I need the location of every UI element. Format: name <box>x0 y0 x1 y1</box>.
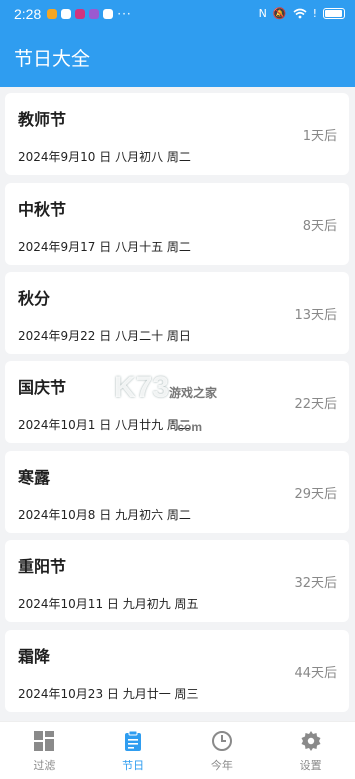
tab-label: 节日 <box>122 759 145 772</box>
arrow-notification-icon <box>61 8 72 19</box>
festival-name: 教师节 <box>18 110 67 129</box>
more-notifications-icon: ··· <box>117 6 132 21</box>
wifi-icon <box>293 8 307 19</box>
festival-date: 2024年10月23 日 九月廿一 周三 <box>18 687 199 701</box>
bottom-tab-bar: 过滤 节日 今年 设置 <box>0 721 355 779</box>
tab-festivals[interactable]: 节日 <box>89 722 178 779</box>
nfc-icon: N <box>258 7 267 20</box>
grid-icon <box>34 731 55 751</box>
app-notification-icon <box>75 8 86 19</box>
festival-date: 2024年10月11 日 九月初九 周五 <box>18 597 199 611</box>
festival-card[interactable]: 重阳节 2024年10月11 日 九月初九 周五 32天后 <box>5 540 349 622</box>
festival-countdown: 22天后 <box>294 397 337 412</box>
festival-date: 2024年9月10 日 八月初八 周二 <box>18 150 191 164</box>
alert-icon: ! <box>312 7 317 20</box>
gear-icon <box>301 731 321 751</box>
festival-card[interactable]: 寒露 2024年10月8 日 九月初六 周二 29天后 <box>5 451 349 533</box>
clock-icon <box>211 731 232 751</box>
app-header: 2:28 ··· N 🔕 ! 节日大全 <box>0 0 355 87</box>
clipboard-icon <box>125 730 142 751</box>
festival-countdown: 1天后 <box>302 129 337 144</box>
notification-icons <box>47 8 114 19</box>
festival-card[interactable]: 教师节 2024年9月10 日 八月初八 周二 1天后 <box>5 93 349 175</box>
festival-card[interactable]: 国庆节 2024年10月1 日 八月廿九 周二 22天后 <box>5 361 349 443</box>
festival-countdown: 32天后 <box>294 576 337 591</box>
festival-name: 重阳节 <box>18 557 67 576</box>
message-notification-icon <box>103 8 114 19</box>
festival-countdown: 29天后 <box>294 487 337 502</box>
battery-icon <box>323 8 345 19</box>
system-status-icons: N 🔕 ! <box>259 7 345 20</box>
status-bar: 2:28 ··· N 🔕 ! <box>0 0 355 27</box>
tab-settings[interactable]: 设置 <box>266 722 355 779</box>
tab-filter[interactable]: 过滤 <box>0 722 89 779</box>
page-title: 节日大全 <box>14 48 91 70</box>
mute-icon: 🔕 <box>272 7 287 20</box>
tab-label: 今年 <box>210 759 233 772</box>
festival-card[interactable]: 中秋节 2024年9月17 日 八月十五 周二 8天后 <box>5 183 349 265</box>
festival-card[interactable]: 秋分 2024年9月22 日 八月二十 周日 13天后 <box>5 272 349 354</box>
festival-name: 中秋节 <box>18 200 67 219</box>
festival-countdown: 13天后 <box>294 308 337 323</box>
status-time: 2:28 <box>14 5 42 22</box>
festival-countdown: 8天后 <box>302 219 337 234</box>
festival-date: 2024年10月1 日 八月廿九 周二 <box>18 418 191 432</box>
browser-notification-icon <box>89 8 100 19</box>
festival-name: 秋分 <box>18 289 51 308</box>
tab-this-year[interactable]: 今年 <box>178 722 267 779</box>
festival-name: 寒露 <box>18 468 51 487</box>
festival-name: 霜降 <box>18 647 51 666</box>
festival-date: 2024年9月22 日 八月二十 周日 <box>18 329 191 343</box>
festival-countdown: 44天后 <box>294 666 337 681</box>
festival-card[interactable]: 霜降 2024年10月23 日 九月廿一 周三 44天后 <box>5 630 349 712</box>
festival-date: 2024年9月17 日 八月十五 周二 <box>18 240 191 254</box>
festival-name: 国庆节 <box>18 378 67 397</box>
tab-label: 过滤 <box>33 759 56 772</box>
festival-date: 2024年10月8 日 九月初六 周二 <box>18 508 191 522</box>
tab-label: 设置 <box>299 759 322 772</box>
weibo-notification-icon <box>47 8 58 19</box>
